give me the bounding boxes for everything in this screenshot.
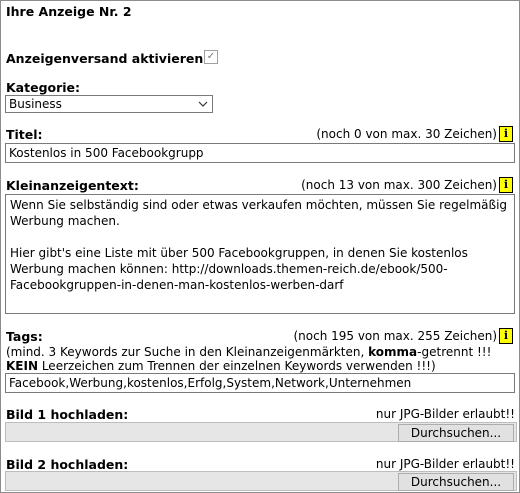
text-counter: (noch 13 von max. 300 Zeichen) <box>301 178 497 192</box>
tags-hint-line2: KEIN Leerzeichen zum Trennen der einzeln… <box>6 359 436 373</box>
category-value: Business <box>9 97 62 111</box>
upload1-browse-button[interactable]: Durchsuchen... <box>398 424 514 442</box>
tags-hint-text: -getrennt !!! <box>417 345 492 359</box>
activate-label: Anzeigenversand aktivieren: <box>6 51 209 66</box>
titel-info-icon[interactable]: i <box>499 126 513 142</box>
ad-text-area[interactable]: Wenn Sie selbständig sind oder etwas ver… <box>5 194 515 314</box>
text-label: Kleinanzeigentext: <box>6 178 139 193</box>
upload2-note: nur JPG-Bilder erlaubt!! <box>375 457 515 471</box>
upload2-file-field[interactable]: Durchsuchen... <box>5 471 517 491</box>
upload1-file-field[interactable]: Durchsuchen... <box>5 422 517 442</box>
activate-checkbox[interactable]: ✓ <box>204 50 218 64</box>
titel-counter: (noch 0 von max. 30 Zeichen) <box>316 127 497 141</box>
page-title: Ihre Anzeige Nr. 2 <box>6 4 132 19</box>
category-select[interactable]: Business <box>5 95 213 113</box>
text-info-icon[interactable]: i <box>499 177 513 193</box>
category-label: Kategorie: <box>6 80 81 95</box>
tags-input[interactable]: Facebook,Werbung,kostenlos,Erfolg,System… <box>5 373 515 393</box>
tags-hint-emphasis: komma <box>368 345 418 359</box>
tags-hint-text: Leerzeichen zum Trennen der einzelnen Ke… <box>38 359 436 373</box>
titel-label: Titel: <box>6 127 43 142</box>
ad-form-panel: Ihre Anzeige Nr. 2 Anzeigenversand aktiv… <box>0 0 520 493</box>
tags-hint-text: (mind. 3 Keywords zur Suche in den Klein… <box>6 345 369 359</box>
tags-info-icon[interactable]: i <box>499 328 513 344</box>
upload2-label: Bild 2 hochladen: <box>6 457 129 472</box>
upload1-label: Bild 1 hochladen: <box>6 407 129 422</box>
upload2-browse-button[interactable]: Durchsuchen... <box>398 473 514 491</box>
chevron-down-icon <box>197 96 209 112</box>
checkmark-icon: ✓ <box>206 51 216 62</box>
tags-counter: (noch 195 von max. 255 Zeichen) <box>293 329 497 343</box>
tags-hint-emphasis: KEIN <box>6 359 39 373</box>
upload1-note: nur JPG-Bilder erlaubt!! <box>375 407 515 421</box>
titel-input[interactable]: Kostenlos in 500 Facebookgrupp <box>5 143 515 163</box>
tags-hint-line1: (mind. 3 Keywords zur Suche in den Klein… <box>6 345 491 359</box>
tags-label: Tags: <box>6 329 43 344</box>
